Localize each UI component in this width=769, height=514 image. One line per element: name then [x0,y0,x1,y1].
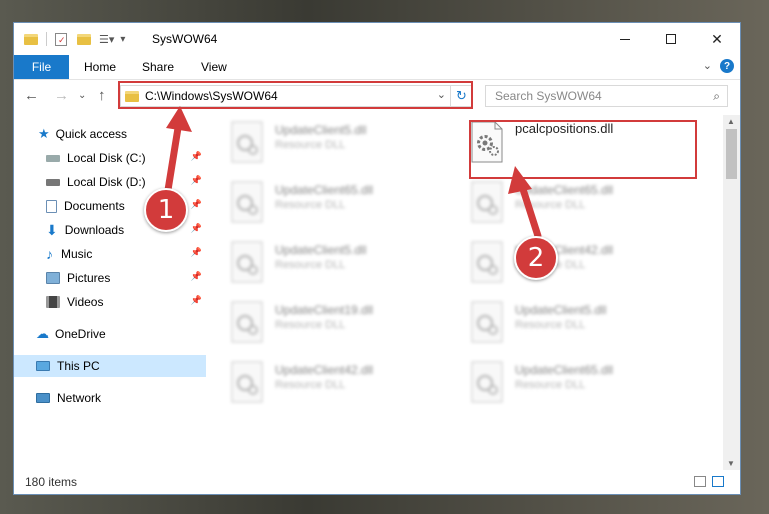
pin-icon[interactable]: 📌 [191,247,202,258]
pin-icon[interactable]: 📌 [191,295,202,306]
large-icons-view-icon[interactable] [712,476,724,487]
scroll-down-icon[interactable]: ▼ [727,459,735,468]
file-item[interactable]: UpdateClient65.dll Resource DLL [471,359,701,407]
search-placeholder[interactable]: Search SysWOW64 [495,89,602,103]
sidebar-item-local-disk-c[interactable]: Local Disk (C:) 📌 [14,147,206,169]
customize-toolbar-icon[interactable]: ▾ [120,34,125,45]
dll-file-icon [231,181,265,223]
dll-file-icon [471,361,505,403]
tab-view[interactable]: View [201,60,227,74]
computer-icon [36,361,50,371]
address-bar-highlight [118,81,473,109]
maximize-button[interactable] [648,23,694,55]
maximize-icon [666,34,676,44]
pin-icon[interactable]: 📌 [191,223,202,234]
pictures-icon [46,272,60,284]
drive-icon [46,154,60,162]
title-bar: ✓ ☰▾ ▾ SysWOW64 ✕ [14,23,740,55]
dll-file-icon [471,241,505,283]
scroll-up-icon[interactable]: ▲ [727,117,735,126]
callout-badge-two: 2 [514,236,558,280]
dll-file-icon [231,361,265,403]
folder-icon [24,33,38,45]
quick-access-toolbar: ✓ ☰▾ ▾ [24,30,125,48]
toolbar-divider [46,32,47,46]
tab-file[interactable]: File [14,55,69,79]
drive-icon [46,178,60,186]
file-highlight [469,120,697,179]
dll-file-icon [231,121,265,163]
minimize-button[interactable] [602,23,648,55]
sidebar-item-network[interactable]: Network [14,387,206,409]
window-title: SysWOW64 [152,32,218,46]
expand-ribbon-icon[interactable]: ⌄ [703,59,712,72]
callout-badge-one: 1 [144,188,188,232]
sidebar-item-pictures[interactable]: Pictures 📌 [14,267,206,289]
vertical-scrollbar[interactable]: ▲ ▼ [723,115,740,470]
pin-icon[interactable]: 📌 [191,151,202,162]
item-count: 180 items [25,475,78,489]
sidebar-item-quick-access[interactable]: ★ Quick access [14,123,206,145]
search-icon[interactable]: ⌕ [713,89,720,104]
dll-file-icon [471,181,505,223]
music-icon: ♪ [46,246,53,262]
documents-icon [46,199,57,213]
file-item[interactable]: UpdateClient42.dll Resource DLL [231,359,461,407]
view-options-icon[interactable]: ☰▾ [99,33,114,46]
file-item[interactable]: UpdateClient5.dll Resource DLL [231,119,461,167]
minimize-icon [620,38,630,40]
pin-icon[interactable]: 📌 [191,271,202,282]
close-button[interactable]: ✕ [694,23,740,55]
videos-icon [46,296,60,308]
back-arrow-icon[interactable]: ← [24,87,39,104]
dll-file-icon [471,301,505,343]
dll-file-icon [231,241,265,283]
file-item[interactable]: UpdateClient65.dll Resource DLL [231,179,461,227]
status-bar: 180 items [14,470,740,494]
tab-home[interactable]: Home [84,60,116,74]
file-item[interactable]: UpdateClient19.dll Resource DLL [231,299,461,347]
new-folder-icon[interactable] [77,33,91,45]
sidebar-item-music[interactable]: ♪ Music 📌 [14,243,206,265]
help-icon[interactable]: ? [720,59,734,73]
file-item[interactable]: UpdateClient65.dll Resource DLL [471,179,701,227]
pin-icon[interactable]: 📌 [191,175,202,186]
download-icon: ⬇ [46,221,58,238]
dll-file-icon [231,301,265,343]
file-item[interactable]: UpdateClient5.dll Resource DLL [231,239,461,287]
properties-icon[interactable]: ✓ [55,32,67,46]
details-view-icon[interactable] [694,476,706,487]
cloud-icon: ☁ [36,326,49,341]
up-arrow-icon[interactable]: ↑ [98,87,106,104]
tab-share[interactable]: Share [142,60,174,74]
sidebar-item-this-pc[interactable]: This PC [14,355,206,377]
network-icon [36,393,50,403]
file-item[interactable]: UpdateClient5.dll Resource DLL [471,299,701,347]
navigation-pane: ★ Quick access Local Disk (C:) 📌 Local D… [14,115,206,460]
close-icon: ✕ [711,30,723,47]
search-box[interactable]: Search SysWOW64 ⌕ [485,85,728,107]
file-item[interactable]: UpdateClient42.dll Resource DLL [471,239,701,287]
sidebar-item-onedrive[interactable]: ☁ OneDrive [14,323,206,345]
sidebar-item-videos[interactable]: Videos 📌 [14,291,206,313]
sidebar-item-local-disk-d[interactable]: Local Disk (D:) 📌 [14,171,206,193]
forward-arrow-icon[interactable]: → [54,87,69,104]
star-icon: ★ [38,126,50,141]
ribbon-tabs: File Home Share View ⌄ ? [14,55,740,80]
recent-locations-icon[interactable]: ⌄ [78,90,86,101]
pin-icon[interactable]: 📌 [191,199,202,210]
scrollbar-thumb[interactable] [726,129,737,179]
